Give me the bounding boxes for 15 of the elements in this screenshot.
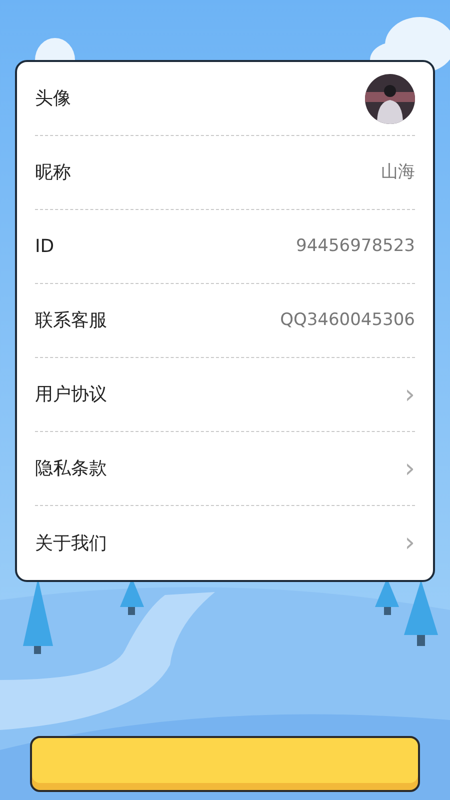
setting-label: 头像 <box>35 87 71 111</box>
setting-value: 山海 <box>381 160 415 184</box>
setting-value: 94456978523 <box>296 234 415 258</box>
action-button[interactable] <box>30 736 420 792</box>
avatar[interactable] <box>365 74 415 124</box>
setting-label: 联系客服 <box>35 309 107 333</box>
chevron-icon[interactable]: › <box>404 456 415 482</box>
setting-value: QQ3460045306 <box>280 308 415 332</box>
setting-label: ID <box>35 235 54 259</box>
setting-label: 关于我们 <box>35 532 107 556</box>
chevron-icon[interactable]: › <box>404 530 415 556</box>
setting-label: 昵称 <box>35 161 71 185</box>
setting-label: 用户协议 <box>35 383 107 407</box>
setting-label: 隐私条款 <box>35 457 107 481</box>
chevron-icon[interactable]: › <box>404 382 415 408</box>
